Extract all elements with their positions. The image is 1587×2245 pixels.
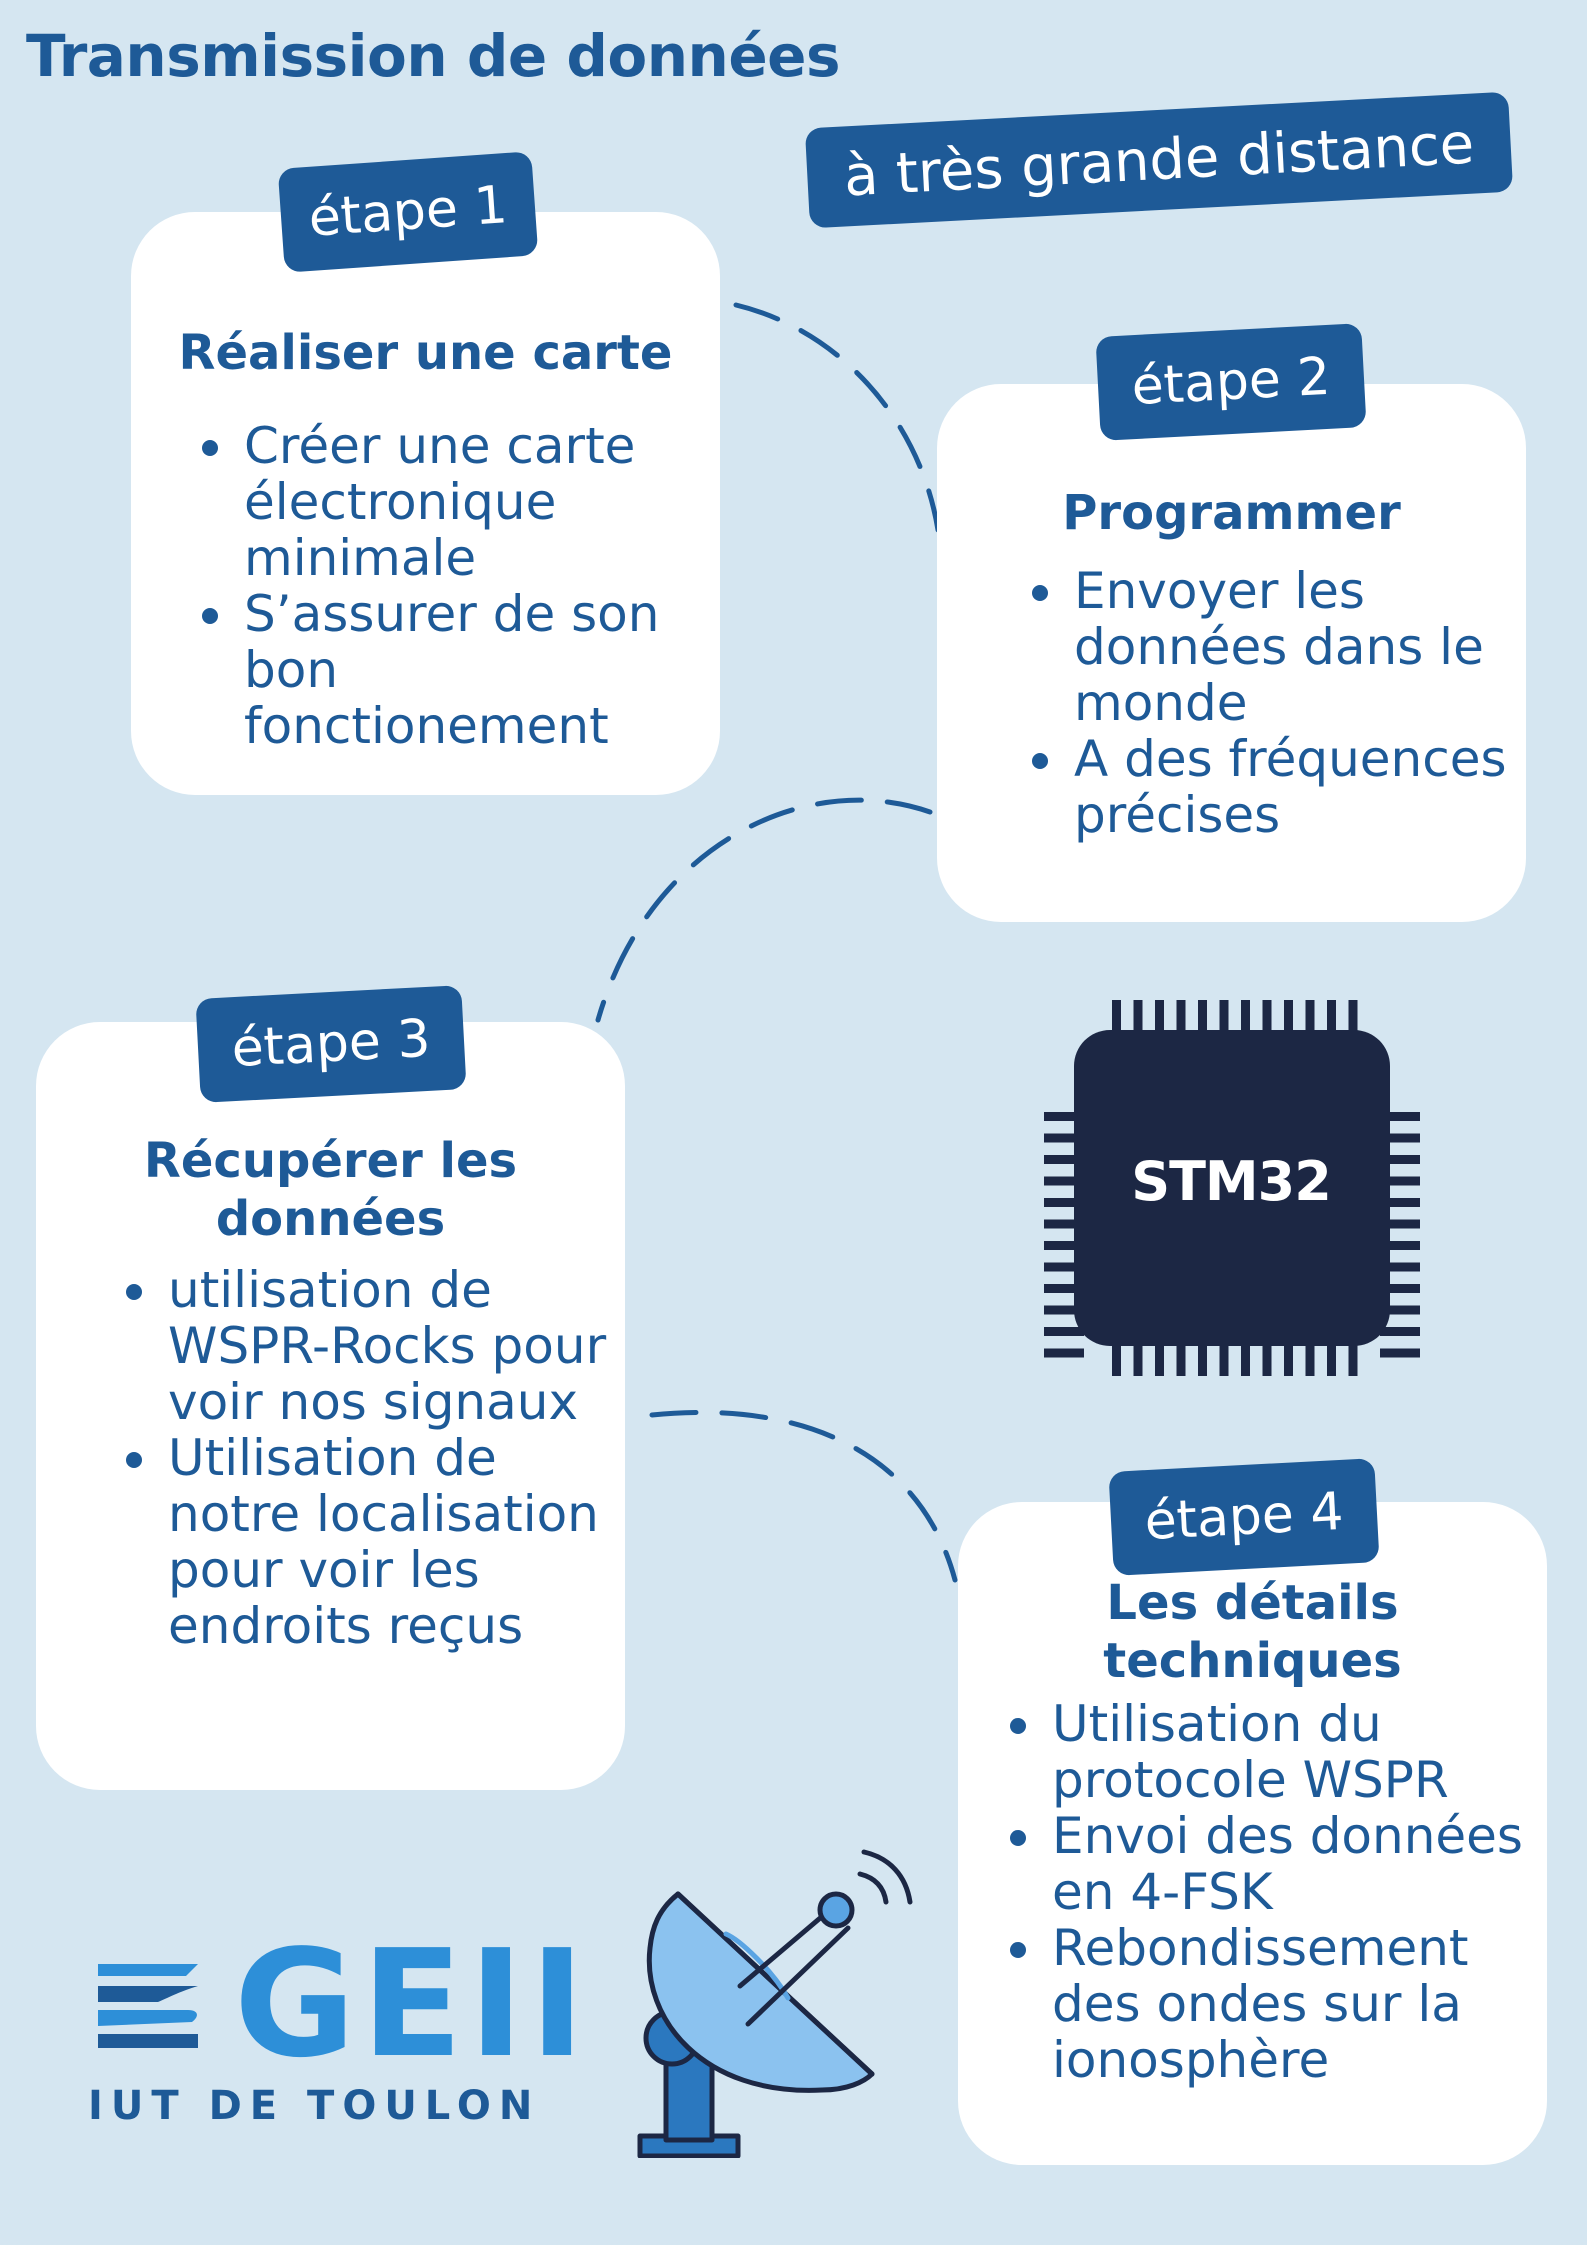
logo-subtitle: IUT DE TOULON (88, 2083, 541, 2129)
chip-pin (1044, 1348, 1084, 1358)
chip-pin (1380, 1348, 1420, 1358)
chip-label: STM32 (1131, 1150, 1332, 1213)
geii-logo-icon (98, 1964, 198, 2048)
logo-name: GEII (234, 1918, 591, 2090)
chip-pin (1044, 1327, 1084, 1336)
satellite-dish-icon (637, 1849, 913, 2158)
chip-pin (1380, 1327, 1420, 1336)
